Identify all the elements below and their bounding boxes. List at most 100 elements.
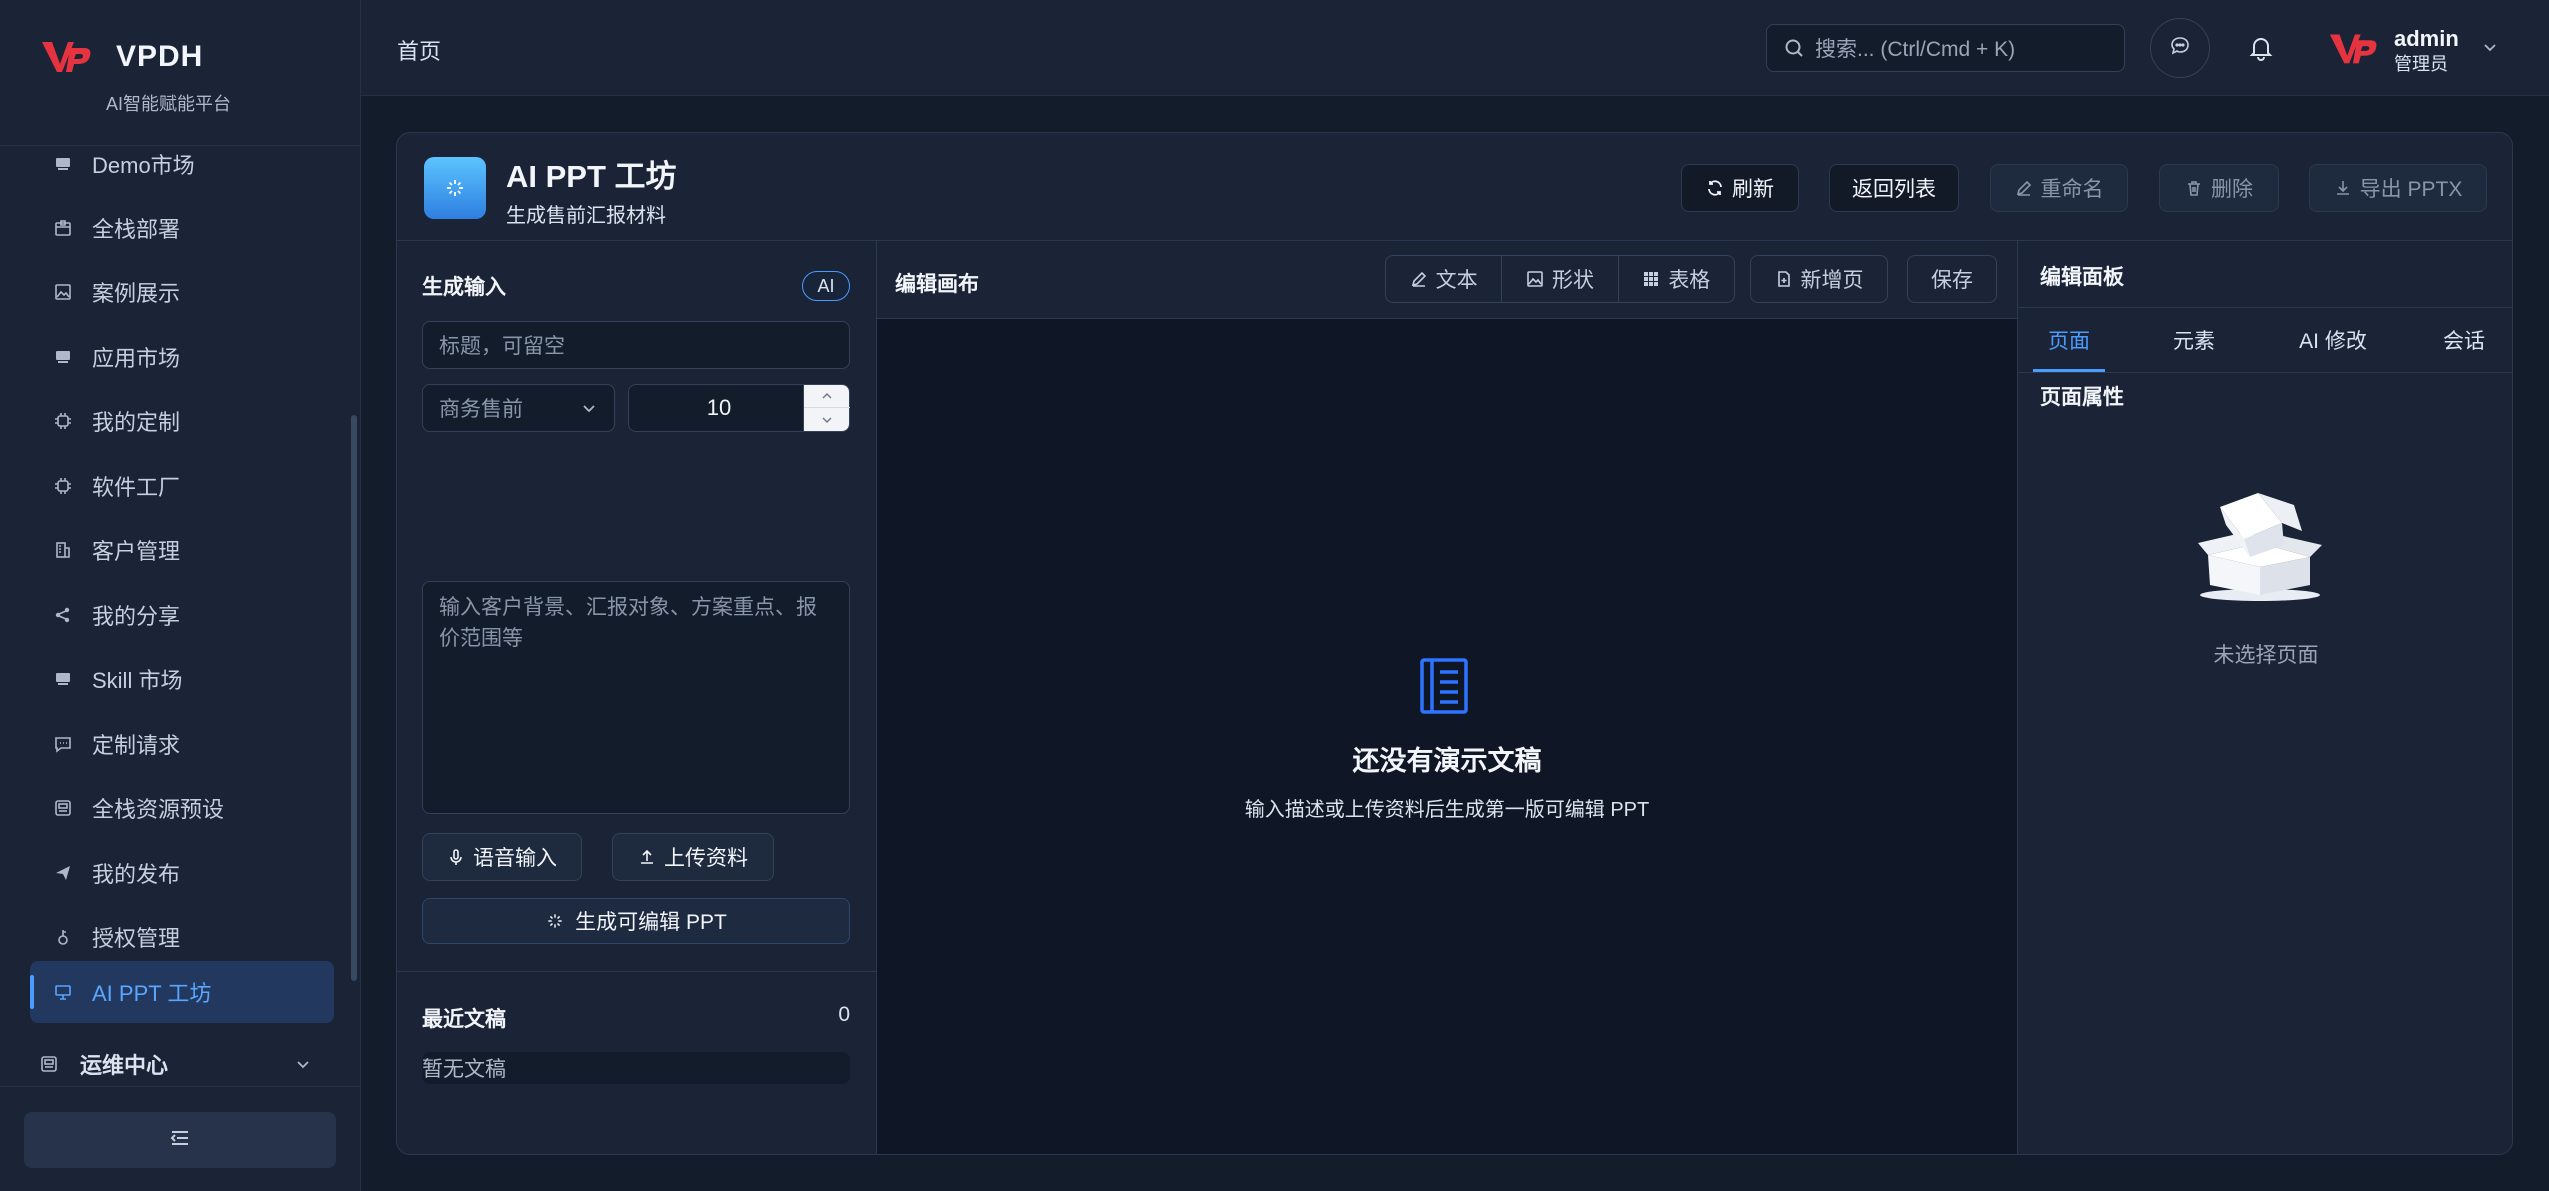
ops-icon	[40, 1053, 62, 1075]
user-name[interactable]: admin	[2394, 26, 2459, 52]
brand[interactable]: VPDH AI智能赋能平台	[40, 36, 340, 116]
sidebar-item-label: 我的定制	[92, 410, 181, 435]
chevron-down-icon	[580, 399, 598, 423]
sidebar-item-case-showcase[interactable]: 案例展示	[30, 261, 334, 323]
notification-bell-icon[interactable]	[2243, 30, 2279, 66]
sidebar-item-fullstack-deploy[interactable]: 全栈部署	[30, 197, 334, 259]
chip-icon	[52, 410, 74, 432]
page-count-input[interactable]: 10	[628, 384, 850, 432]
search-input[interactable]: 搜索... (Ctrl/Cmd + K)	[1766, 24, 2125, 72]
sidebar-item-resource-preset[interactable]: 全栈资源预设	[30, 777, 334, 839]
top-header: 首页 搜索... (Ctrl/Cmd + K) admin 管理员	[361, 0, 2549, 96]
stepper-down-button[interactable]	[804, 408, 850, 431]
generation-input-panel: 生成输入 AI 标题，可留空 商务售前 10 输入客户背景、汇报对象、方案重点、…	[397, 241, 877, 1154]
sidebar-item-license-mgmt[interactable]: 授权管理	[30, 906, 334, 968]
stepper-up-button[interactable]	[804, 385, 850, 408]
tab-page[interactable]: 页面	[2033, 308, 2105, 372]
scene-select[interactable]: 商务售前	[422, 384, 615, 432]
sidebar-item-label: 定制请求	[92, 733, 181, 758]
page-count-value: 10	[706, 395, 732, 420]
delete-label: 删除	[2211, 178, 2253, 201]
sidebar-item-custom-request[interactable]: 定制请求	[30, 713, 334, 775]
download-icon	[2334, 179, 2352, 197]
sidebar-item-skill-market[interactable]: Skill 市场	[30, 648, 334, 710]
shape-tool-label: 形状	[1551, 269, 1594, 292]
chevron-down-icon	[822, 417, 832, 423]
export-pptx-button[interactable]: 导出 PPTX	[2309, 164, 2487, 212]
store-icon	[52, 153, 74, 175]
sidebar-item-my-share[interactable]: 我的分享	[30, 584, 334, 646]
store-icon	[52, 346, 74, 368]
insert-text-button[interactable]: 文本	[1386, 256, 1503, 302]
recent-docs-count: 0	[838, 1003, 850, 1026]
voice-input-label: 语音输入	[473, 847, 557, 870]
send-icon	[52, 862, 74, 884]
canvas-toolbar: 编辑画布 文本 形状 表格 新增页 保存	[877, 241, 2017, 319]
sidebar-nav: Demo市场 全栈部署 案例展示 应用市场 我的定制 软件工厂 客户管理 我的分…	[0, 130, 340, 1080]
sidebar-item-label: 全栈资源预设	[92, 797, 225, 822]
breadcrumb[interactable]: 首页	[397, 34, 441, 66]
upload-label: 上传资料	[664, 847, 748, 870]
insert-tool-group: 文本 形状 表格	[1385, 255, 1735, 303]
pencil-icon	[2015, 179, 2033, 197]
sidebar-item-label: 我的分享	[92, 604, 181, 629]
empty-box-icon	[2198, 493, 2322, 601]
save-button[interactable]: 保存	[1907, 255, 1997, 303]
grid-icon	[1642, 270, 1660, 288]
sidebar-item-app-market[interactable]: 应用市场	[30, 326, 334, 388]
export-label: 导出 PPTX	[2359, 178, 2463, 201]
microphone-icon	[447, 848, 465, 866]
building-icon	[52, 539, 74, 561]
page-subtitle: 生成售前汇报材料	[506, 205, 666, 227]
chat-button[interactable]	[2150, 18, 2210, 78]
sidebar-item-demo-market[interactable]: Demo市场	[30, 133, 334, 195]
store-icon	[52, 668, 74, 690]
edit-canvas-panel: 编辑画布 文本 形状 表格 新增页 保存 还没有演示文稿 输入描述或上传资料后生…	[877, 241, 2018, 1154]
sidebar-item-label: 全栈部署	[92, 217, 181, 242]
sidebar-item-customer-mgmt[interactable]: 客户管理	[30, 519, 334, 581]
tab-ai-modify[interactable]: AI 修改	[2283, 308, 2383, 372]
tab-session[interactable]: 会话	[2428, 308, 2500, 372]
sidebar: VPDH AI智能赋能平台 Demo市场 全栈部署 案例展示 应用市场 我的定制…	[0, 0, 361, 1191]
add-page-button[interactable]: 新增页	[1750, 255, 1888, 303]
chevron-up-icon	[822, 393, 832, 399]
back-to-list-button[interactable]: 返回列表	[1829, 164, 1959, 212]
sidebar-group-ops[interactable]: 运维中心	[30, 1038, 334, 1090]
user-avatar-logo-icon[interactable]	[2328, 28, 2378, 68]
chevron-down-icon[interactable]	[2481, 38, 2499, 61]
upload-material-button[interactable]: 上传资料	[612, 833, 774, 881]
preset-icon	[52, 797, 74, 819]
save-label: 保存	[1931, 269, 1973, 292]
description-textarea[interactable]: 输入客户背景、汇报对象、方案重点、报价范围等	[422, 581, 850, 814]
brand-subtitle: AI智能赋能平台	[106, 94, 232, 114]
presentation-icon	[52, 981, 74, 1003]
sidebar-scrollbar[interactable]	[351, 415, 357, 981]
sidebar-item-ai-ppt[interactable]: AI PPT 工坊	[30, 961, 334, 1023]
refresh-icon	[1706, 179, 1724, 197]
title-input[interactable]: 标题，可留空	[422, 321, 850, 369]
sidebar-item-label: 我的发布	[92, 862, 181, 887]
image-icon	[52, 281, 74, 303]
chip-icon	[52, 475, 74, 497]
voice-input-button[interactable]: 语音输入	[422, 833, 582, 881]
sparkle-icon	[545, 911, 565, 931]
user-role: 管理员	[2394, 54, 2448, 74]
insert-shape-button[interactable]: 形状	[1502, 256, 1619, 302]
generate-ppt-button[interactable]: 生成可编辑 PPT	[422, 898, 850, 944]
delete-button[interactable]: 删除	[2159, 164, 2279, 212]
page-title: AI PPT 工坊	[506, 159, 677, 194]
sidebar-item-software-factory[interactable]: 软件工厂	[30, 455, 334, 517]
card-header: AI PPT 工坊 生成售前汇报材料 刷新 返回列表 重命名 删除 导出 PPT…	[397, 133, 2512, 241]
tab-element[interactable]: 元素	[2158, 308, 2230, 372]
trash-icon	[2185, 179, 2203, 197]
edit-panel-tabs: 页面 元素 AI 修改 会话	[2018, 307, 2512, 373]
ai-ppt-workshop-card: AI PPT 工坊 生成售前汇报材料 刷新 返回列表 重命名 删除 导出 PPT…	[396, 132, 2513, 1155]
insert-table-button[interactable]: 表格	[1619, 256, 1734, 302]
collapse-sidebar-button[interactable]	[24, 1112, 336, 1168]
refresh-button[interactable]: 刷新	[1681, 164, 1799, 212]
rename-button[interactable]: 重命名	[1990, 164, 2128, 212]
sidebar-item-my-publish[interactable]: 我的发布	[30, 842, 334, 904]
sidebar-item-label: Demo市场	[92, 153, 195, 178]
sidebar-item-label: 应用市场	[92, 346, 181, 371]
sidebar-item-my-custom[interactable]: 我的定制	[30, 390, 334, 452]
